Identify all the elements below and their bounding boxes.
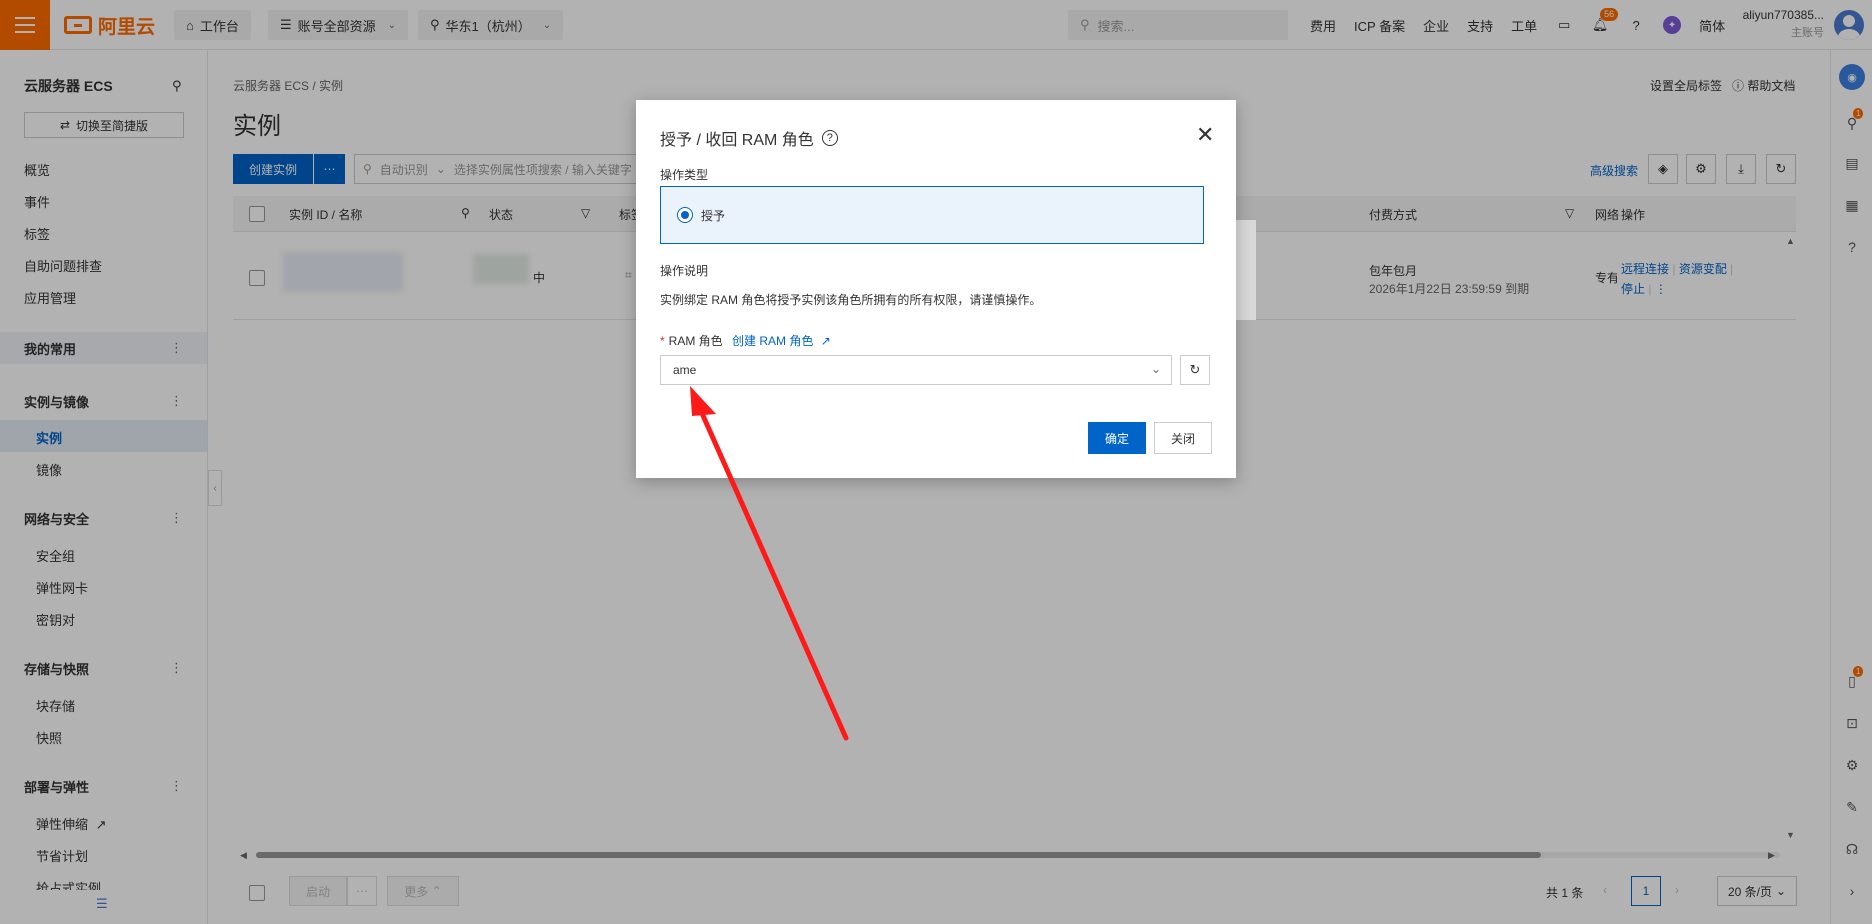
ram-role-select[interactable]: ame ⌄: [660, 355, 1172, 385]
grant-radio[interactable]: [677, 207, 693, 223]
external-link-icon[interactable]: ↗: [821, 334, 831, 348]
dialog-title: 授予 / 收回 RAM 角色 ?: [660, 126, 838, 150]
operation-desc-text: 实例绑定 RAM 角色将授予实例该角色所拥有的所有权限，请谨慎操作。: [660, 293, 1042, 307]
chevron-down-icon: ⌄: [1150, 362, 1161, 376]
confirm-button[interactable]: 确定: [1088, 422, 1146, 454]
refresh-roles-button[interactable]: ↻: [1180, 355, 1210, 385]
grant-option[interactable]: 授予: [660, 186, 1204, 244]
close-button[interactable]: 关闭: [1154, 422, 1212, 454]
ram-role-dialog: 授予 / 收回 RAM 角色 ? ✕ 操作类型 授予 操作说明 实例绑定 RAM…: [636, 100, 1236, 478]
operation-type-label: 操作类型: [660, 168, 709, 182]
ram-role-field-label: * RAM 角色 创建 RAM 角色 ↗: [660, 332, 831, 349]
grant-option-label: 授予: [701, 208, 726, 223]
required-asterisk: *: [660, 334, 665, 348]
refresh-icon: ↻: [1189, 362, 1201, 377]
operation-desc-label: 操作说明: [660, 264, 709, 278]
background-fragment: [1236, 220, 1256, 320]
ram-role-value: ame: [673, 363, 697, 377]
help-icon[interactable]: ?: [821, 130, 838, 146]
dialog-title-text: 授予 / 收回 RAM 角色: [660, 132, 814, 149]
create-ram-role-link[interactable]: 创建 RAM 角色: [732, 334, 813, 348]
close-icon[interactable]: ✕: [1196, 124, 1214, 146]
ram-role-label: RAM 角色: [668, 334, 723, 348]
